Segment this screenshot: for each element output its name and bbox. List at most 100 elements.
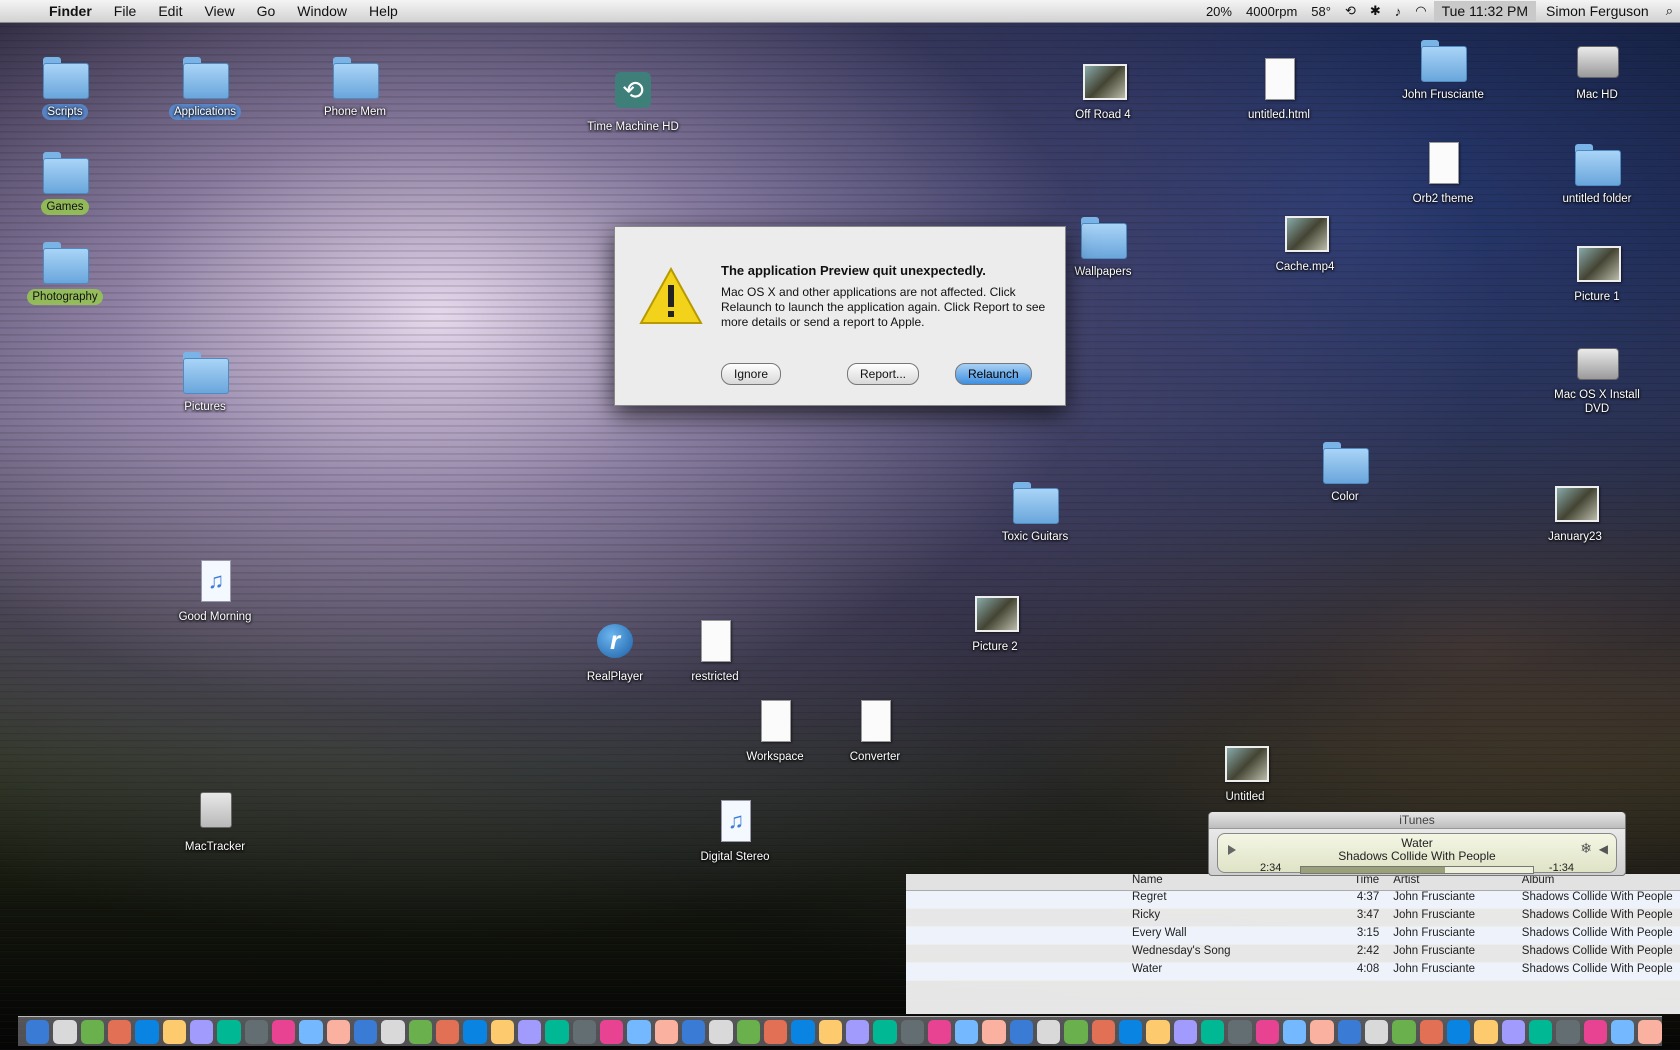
- fan-speed-readout[interactable]: 4000rpm: [1239, 4, 1304, 19]
- menu-edit[interactable]: Edit: [147, 3, 193, 19]
- dock-app-icon[interactable]: [1064, 1019, 1088, 1044]
- dock-app-icon[interactable]: [1365, 1019, 1389, 1044]
- track-row[interactable]: Water 4:08 John Frusciante Shadows Collide …: [906, 963, 1680, 981]
- desktop-item[interactable]: Workspace: [720, 700, 830, 765]
- dock-app-icon[interactable]: [1611, 1019, 1635, 1044]
- dock-app-icon[interactable]: [463, 1019, 487, 1044]
- desktop-item[interactable]: Untitled: [1190, 740, 1300, 805]
- dock-app-icon[interactable]: [189, 1019, 214, 1044]
- dock-app-icon[interactable]: [1419, 1019, 1444, 1044]
- dock-app-icon[interactable]: [1392, 1019, 1416, 1044]
- dock-app-icon[interactable]: [490, 1019, 514, 1044]
- dock-app-icon[interactable]: [244, 1019, 268, 1044]
- dock-app-icon[interactable]: [572, 1019, 596, 1044]
- dock-app-icon[interactable]: [217, 1019, 241, 1044]
- dock-app-icon[interactable]: [1474, 1019, 1498, 1044]
- desktop-item[interactable]: Digital Stereo: [680, 800, 790, 865]
- menu-go[interactable]: Go: [246, 3, 287, 19]
- desktop-item[interactable]: Good Morning: [160, 560, 270, 625]
- dock-app-icon[interactable]: [517, 1019, 542, 1044]
- menubar-clock[interactable]: Tue 11:32 PM: [1433, 1, 1536, 21]
- dock-app-icon[interactable]: [545, 1019, 569, 1044]
- itunes-mini-player[interactable]: iTunes Water Shadows Collide With People…: [1208, 812, 1626, 876]
- desktop-item[interactable]: Time Machine HD: [578, 70, 688, 135]
- dock-app-icon[interactable]: [135, 1019, 159, 1044]
- fast-user-switch[interactable]: Simon Ferguson: [1536, 3, 1659, 19]
- menu-finder[interactable]: Finder: [38, 3, 103, 19]
- dock-app-icon[interactable]: [1638, 1019, 1662, 1044]
- dock-app-icon[interactable]: [599, 1019, 624, 1044]
- desktop-item[interactable]: Scripts: [10, 55, 120, 120]
- visualizer-icon[interactable]: ❄: [1580, 840, 1592, 857]
- track-row[interactable]: Regret 4:37 John Frusciante Shadows Collide…: [906, 891, 1680, 909]
- desktop-item[interactable]: Phone Mem: [300, 55, 410, 120]
- dock-app-icon[interactable]: [927, 1019, 952, 1044]
- column-name[interactable]: Name: [906, 874, 1320, 890]
- dock-app-icon[interactable]: [982, 1019, 1006, 1044]
- wifi-icon[interactable]: ◠: [1408, 3, 1433, 19]
- volume-icon[interactable]: ♪: [1388, 4, 1409, 19]
- dock-app-icon[interactable]: [1228, 1019, 1252, 1044]
- track-row[interactable]: Ricky 3:47 John Frusciante Shadows Collide …: [906, 909, 1680, 927]
- dock-app-icon[interactable]: [381, 1019, 405, 1044]
- report-button[interactable]: Report...: [847, 363, 920, 385]
- desktop-item[interactable]: Applications: [150, 55, 260, 120]
- desktop-item[interactable]: RealPlayer: [560, 620, 670, 685]
- dock-app-icon[interactable]: [1583, 1019, 1608, 1044]
- column-album[interactable]: Album: [1522, 874, 1680, 890]
- relaunch-button[interactable]: Relaunch: [955, 363, 1032, 385]
- desktop-item[interactable]: Toxic Guitars: [980, 480, 1090, 545]
- dock-app-icon[interactable]: [955, 1019, 979, 1044]
- ignore-button[interactable]: Ignore: [721, 363, 782, 385]
- menu-file[interactable]: File: [103, 3, 148, 19]
- dock-app-icon[interactable]: [408, 1019, 432, 1044]
- dock-app-icon[interactable]: [26, 1019, 50, 1044]
- dock-app-icon[interactable]: [1009, 1019, 1034, 1044]
- dock-app-icon[interactable]: [1173, 1019, 1198, 1044]
- spotlight-icon[interactable]: ⌕: [1659, 3, 1680, 19]
- time-machine-icon[interactable]: ⟲: [1338, 3, 1363, 19]
- dock-app-icon[interactable]: [271, 1019, 296, 1044]
- dock-app-icon[interactable]: [162, 1019, 186, 1044]
- temperature-readout[interactable]: 58°: [1304, 4, 1338, 19]
- track-row[interactable]: Wednesday's Song 2:42 John Frusciante Shado…: [906, 945, 1680, 963]
- dock-app-icon[interactable]: [873, 1019, 897, 1044]
- dock-app-icon[interactable]: [53, 1019, 77, 1044]
- dock-app-icon[interactable]: [1255, 1019, 1280, 1044]
- dock-app-icon[interactable]: [1037, 1019, 1061, 1044]
- dock-app-icon[interactable]: [791, 1019, 815, 1044]
- dock-app-icon[interactable]: [80, 1019, 104, 1044]
- menu-window[interactable]: Window: [286, 3, 358, 19]
- dock-app-icon[interactable]: [1310, 1019, 1334, 1044]
- desktop-item[interactable]: MacTracker: [160, 790, 270, 855]
- desktop-item[interactable]: Off Road 4: [1048, 58, 1158, 123]
- column-artist[interactable]: Artist: [1387, 874, 1522, 890]
- desktop-item[interactable]: Mac HD: [1542, 38, 1652, 103]
- dock-app-icon[interactable]: [900, 1019, 924, 1044]
- desktop-item[interactable]: John Frusciante: [1388, 38, 1498, 103]
- dock-app-icon[interactable]: [681, 1019, 706, 1044]
- dock-app-icon[interactable]: [1529, 1019, 1553, 1044]
- menu-help[interactable]: Help: [358, 3, 409, 19]
- dock-app-icon[interactable]: [845, 1019, 870, 1044]
- dock-app-icon[interactable]: [326, 1019, 350, 1044]
- dock-app-icon[interactable]: [435, 1019, 460, 1044]
- back-arrow-icon[interactable]: ◀: [1599, 842, 1608, 856]
- dock-app-icon[interactable]: [1146, 1019, 1170, 1044]
- track-row[interactable]: Every Wall 3:15 John Frusciante Shadows Col…: [906, 927, 1680, 945]
- desktop-item[interactable]: restricted: [660, 620, 770, 685]
- cpu-usage-readout[interactable]: 20%: [1199, 4, 1239, 19]
- bluetooth-icon[interactable]: ✱: [1363, 3, 1388, 19]
- desktop-item[interactable]: untitled.html: [1224, 58, 1334, 123]
- desktop-item[interactable]: Picture 2: [940, 590, 1050, 655]
- column-time[interactable]: Time: [1320, 874, 1387, 890]
- dock-app-icon[interactable]: [763, 1019, 788, 1044]
- dock-app-icon[interactable]: [627, 1019, 651, 1044]
- dock-app-icon[interactable]: [1447, 1019, 1471, 1044]
- desktop-item[interactable]: January23: [1520, 480, 1630, 545]
- dock-app-icon[interactable]: [1556, 1019, 1580, 1044]
- dock-app-icon[interactable]: [818, 1019, 842, 1044]
- dock-app-icon[interactable]: [736, 1019, 760, 1044]
- desktop-item[interactable]: Converter: [820, 700, 930, 765]
- menu-view[interactable]: View: [193, 3, 245, 19]
